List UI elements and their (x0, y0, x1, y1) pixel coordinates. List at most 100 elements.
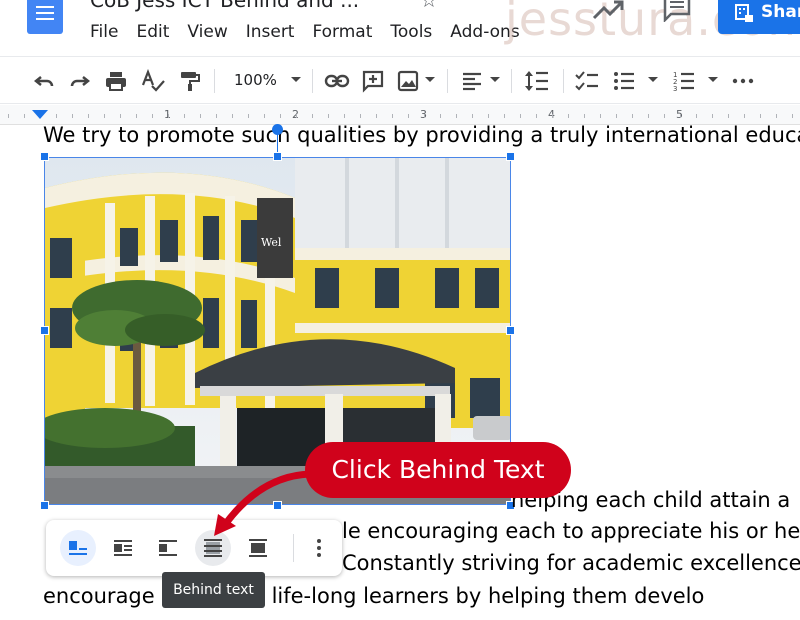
ruler-tick (136, 114, 137, 118)
indent-marker-icon[interactable] (32, 110, 48, 119)
document-line[interactable]: le encouraging each to appreciate his or… (342, 519, 800, 543)
behind-text-icon (204, 539, 222, 557)
document-title[interactable]: CoB Jess ICT Behind and ... (90, 0, 359, 12)
undo-icon[interactable] (32, 69, 56, 93)
ruler-tick (600, 114, 601, 118)
ruler-tick (568, 114, 569, 118)
ruler-tick (488, 114, 489, 118)
ruler-tick (664, 114, 665, 118)
ruler-tick (712, 114, 713, 118)
numbered-caret-icon[interactable] (708, 77, 718, 82)
ruler-tick (520, 114, 521, 118)
ruler-tick (152, 114, 153, 118)
bullet-caret-icon[interactable] (648, 77, 658, 82)
horizontal-ruler[interactable]: 1 2 3 4 5 (0, 105, 800, 125)
ruler-tick (56, 114, 57, 118)
wrap-text-icon (114, 540, 132, 556)
bulleted-list-icon[interactable] (612, 69, 636, 93)
numbered-list-icon[interactable]: 1 2 3 (672, 69, 696, 93)
docs-logo-icon[interactable] (27, 0, 63, 34)
menu-edit[interactable]: Edit (136, 22, 169, 42)
ruler-tick (696, 114, 697, 118)
ruler-tick (184, 114, 185, 118)
zoom-caret-icon[interactable] (291, 77, 301, 82)
more-toolbar-icon[interactable] (732, 69, 754, 93)
rotate-handle[interactable] (272, 124, 283, 135)
ruler-tick (616, 114, 617, 118)
line-spacing-icon[interactable] (524, 69, 550, 93)
menu-insert[interactable]: Insert (246, 22, 295, 42)
ruler-tick (472, 114, 473, 118)
resize-handle-top[interactable] (273, 152, 282, 161)
ruler-tick (584, 114, 585, 118)
activity-trend-icon[interactable] (592, 0, 626, 22)
annotation-arrow-icon (214, 470, 314, 536)
ruler-tick (408, 114, 409, 118)
menu-tools[interactable]: Tools (390, 22, 432, 42)
ruler-tick (728, 114, 729, 118)
paint-format-icon[interactable] (178, 69, 202, 93)
ruler-tick (328, 114, 329, 118)
wrap-text-button[interactable] (105, 530, 141, 566)
menu-addons[interactable]: Add-ons (450, 22, 519, 42)
resize-handle-left[interactable] (40, 326, 49, 335)
spellcheck-icon[interactable] (140, 69, 166, 93)
ruler-tick (168, 114, 169, 118)
people-lock-icon (735, 4, 753, 22)
star-icon[interactable]: ☆ (420, 0, 438, 12)
svg-text:Wel: Wel (261, 236, 282, 249)
ruler-tick (280, 114, 281, 118)
ruler-tick (456, 114, 457, 118)
menu-bar: File Edit View Insert Format Tools Add-o… (90, 22, 538, 42)
add-comment-icon[interactable] (361, 69, 385, 93)
resize-handle-top-left[interactable] (40, 152, 49, 161)
resize-handle-top-right[interactable] (506, 152, 515, 161)
comment-history-icon[interactable] (662, 0, 692, 22)
menu-view[interactable]: View (187, 22, 227, 42)
ruler-tick (24, 114, 25, 118)
ruler-tick (376, 114, 377, 118)
ruler-tick (760, 114, 761, 118)
document-line[interactable]: encourage o become life-long learners by… (43, 584, 704, 608)
resize-handle-right[interactable] (506, 326, 515, 335)
break-text-button[interactable] (150, 530, 186, 566)
ruler-tick (72, 114, 73, 118)
ruler-tick (264, 114, 265, 118)
menu-file[interactable]: File (90, 22, 118, 42)
ruler-tick (216, 114, 217, 118)
ruler-tick (424, 114, 425, 118)
annotation-callout: Click Behind Text (305, 442, 571, 498)
in-line-button[interactable] (60, 530, 96, 566)
break-text-icon (159, 540, 177, 556)
ruler-tick (504, 114, 505, 118)
menu-format[interactable]: Format (312, 22, 372, 42)
behind-text-tooltip: Behind text (162, 572, 265, 608)
align-left-icon[interactable] (460, 69, 484, 93)
ruler-tick (536, 114, 537, 118)
ruler-tick (744, 114, 745, 118)
ruler-tick (312, 114, 313, 118)
share-button[interactable]: Shar (718, 0, 800, 34)
ruler-tick (248, 114, 249, 118)
insert-image-icon[interactable] (396, 69, 420, 93)
ruler-tick (344, 114, 345, 118)
app-header: CoB Jess ICT Behind and ... ☆ File Edit … (0, 0, 800, 55)
ruler-tick (296, 114, 297, 118)
zoom-select[interactable]: 100% (234, 71, 277, 89)
resize-handle-bottom-left[interactable] (40, 501, 49, 510)
in-front-of-text-icon (249, 539, 267, 557)
ruler-tick (392, 114, 393, 118)
print-icon[interactable] (104, 69, 128, 93)
document-line[interactable]: Constantly striving for academic excelle… (342, 551, 800, 575)
ruler-tick (104, 114, 105, 118)
ruler-tick (440, 114, 441, 118)
align-caret-icon[interactable] (490, 77, 500, 82)
ruler-tick (792, 114, 793, 118)
document-line[interactable]: We try to promote such qualities by prov… (43, 123, 800, 147)
redo-icon[interactable] (68, 69, 92, 93)
checklist-icon[interactable] (574, 69, 600, 93)
ruler-tick (552, 114, 553, 118)
ruler-tick (200, 114, 201, 118)
image-caret-icon[interactable] (425, 77, 435, 82)
insert-link-icon[interactable] (324, 69, 350, 93)
